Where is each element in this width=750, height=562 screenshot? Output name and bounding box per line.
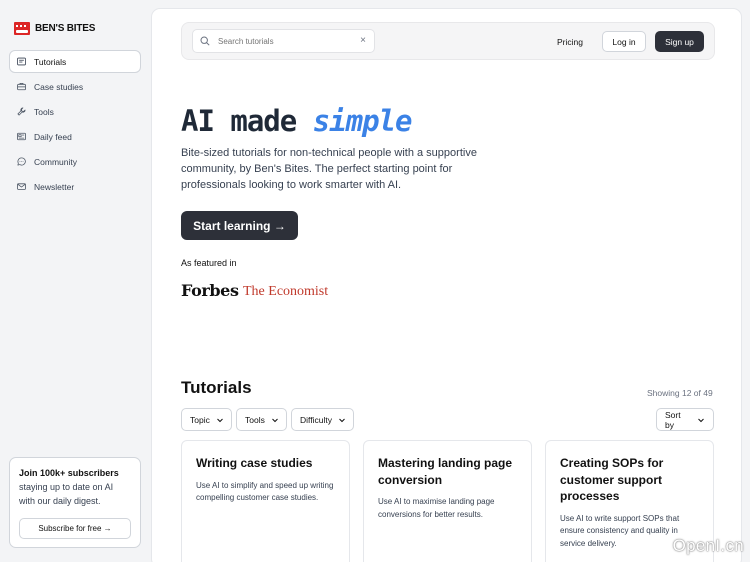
sidebar-item-label: Newsletter: [34, 181, 75, 192]
top-bar: × Pricing Log in Sign up: [181, 22, 715, 60]
sidebar: BEN'S BITES Tutorials Case studies Tools…: [0, 0, 150, 562]
tutorial-card-title: Writing case studies: [196, 456, 313, 470]
hero-title: AI made simple: [181, 104, 413, 138]
pricing-link[interactable]: Pricing: [557, 37, 583, 47]
tutorial-card-title: Creating SOPs for customer support proce…: [560, 456, 664, 503]
sidebar-item-case-studies[interactable]: Case studies: [9, 75, 141, 98]
tutorial-card[interactable]: Writing case studies Use AI to simplify …: [181, 440, 350, 562]
subscribe-button[interactable]: Subscribe for free →: [19, 518, 131, 539]
search-input[interactable]: [218, 36, 353, 46]
economist-logo: The Economist: [243, 284, 329, 299]
featured-label: As featured in: [181, 258, 237, 268]
briefcase-icon: [17, 82, 26, 91]
mail-icon: [17, 182, 26, 191]
hero-title-accent: simple: [312, 104, 413, 138]
results-count: Showing 12 of 49: [647, 388, 713, 398]
brand-name: BEN'S BITES: [35, 23, 96, 34]
hero-description: Bite-sized tutorials for non-technical p…: [181, 147, 477, 191]
chevron-down-icon: [265, 416, 279, 424]
login-button[interactable]: Log in: [602, 31, 646, 52]
search-box[interactable]: ×: [192, 29, 375, 53]
tutorial-card-title: Mastering landing page conversion: [378, 456, 513, 487]
subscribe-text: staying up to date on AI with our daily …: [19, 482, 114, 506]
sidebar-item-label: Tools: [34, 106, 54, 117]
sidebar-item-label: Community: [34, 156, 77, 167]
sidebar-item-tools[interactable]: Tools: [9, 100, 141, 123]
filter-label: Topic: [190, 414, 210, 425]
sidebar-item-tutorials[interactable]: Tutorials: [9, 50, 141, 73]
clear-search-icon[interactable]: ×: [360, 35, 366, 46]
forbes-logo: Forbes: [181, 281, 239, 300]
hero-title-prefix: AI made: [181, 104, 313, 138]
search-icon: [200, 36, 210, 46]
start-learning-button[interactable]: Start learning →: [181, 211, 298, 240]
sort-dropdown[interactable]: Sort by: [656, 408, 714, 431]
sidebar-nav: Tutorials Case studies Tools Daily feed …: [9, 50, 141, 200]
watermark: OpenI.cn: [672, 536, 744, 555]
tutorial-card-description: Use AI to simplify and speed up writing …: [196, 480, 334, 503]
chevron-down-icon: [691, 416, 705, 424]
topic-filter[interactable]: Topic: [181, 408, 232, 431]
filter-label: Tools: [245, 414, 265, 425]
subscribe-card: Join 100k+ subscribers staying up to dat…: [9, 457, 141, 548]
brand-logo-icon: [14, 22, 30, 35]
tutorial-icon: [17, 57, 26, 66]
tutorial-card[interactable]: Mastering landing page conversion Use AI…: [363, 440, 532, 562]
difficulty-filter[interactable]: Difficulty: [291, 408, 354, 431]
main-panel: × Pricing Log in Sign up AI made simple …: [151, 8, 742, 562]
chat-icon: [17, 157, 26, 166]
tutorials-heading: Tutorials: [181, 378, 252, 397]
sidebar-item-label: Case studies: [34, 81, 84, 92]
subscribe-title: Join 100k+ subscribers: [19, 468, 119, 478]
wrench-icon: [17, 107, 26, 116]
chevron-down-icon: [332, 416, 346, 424]
tools-filter[interactable]: Tools: [236, 408, 287, 431]
sort-label: Sort by: [665, 409, 681, 430]
chevron-down-icon: [210, 416, 224, 424]
sidebar-item-label: Daily feed: [34, 131, 72, 142]
filter-label: Difficulty: [300, 414, 332, 425]
sidebar-item-community[interactable]: Community: [9, 150, 141, 173]
brand-logo[interactable]: BEN'S BITES: [14, 22, 95, 35]
sidebar-item-label: Tutorials: [34, 56, 67, 67]
feed-icon: [17, 132, 26, 141]
sidebar-item-newsletter[interactable]: Newsletter: [9, 175, 141, 198]
tutorial-card-description: Use AI to maximise landing page conversi…: [378, 497, 495, 519]
signup-button[interactable]: Sign up: [655, 31, 704, 52]
sidebar-item-daily-feed[interactable]: Daily feed: [9, 125, 141, 148]
